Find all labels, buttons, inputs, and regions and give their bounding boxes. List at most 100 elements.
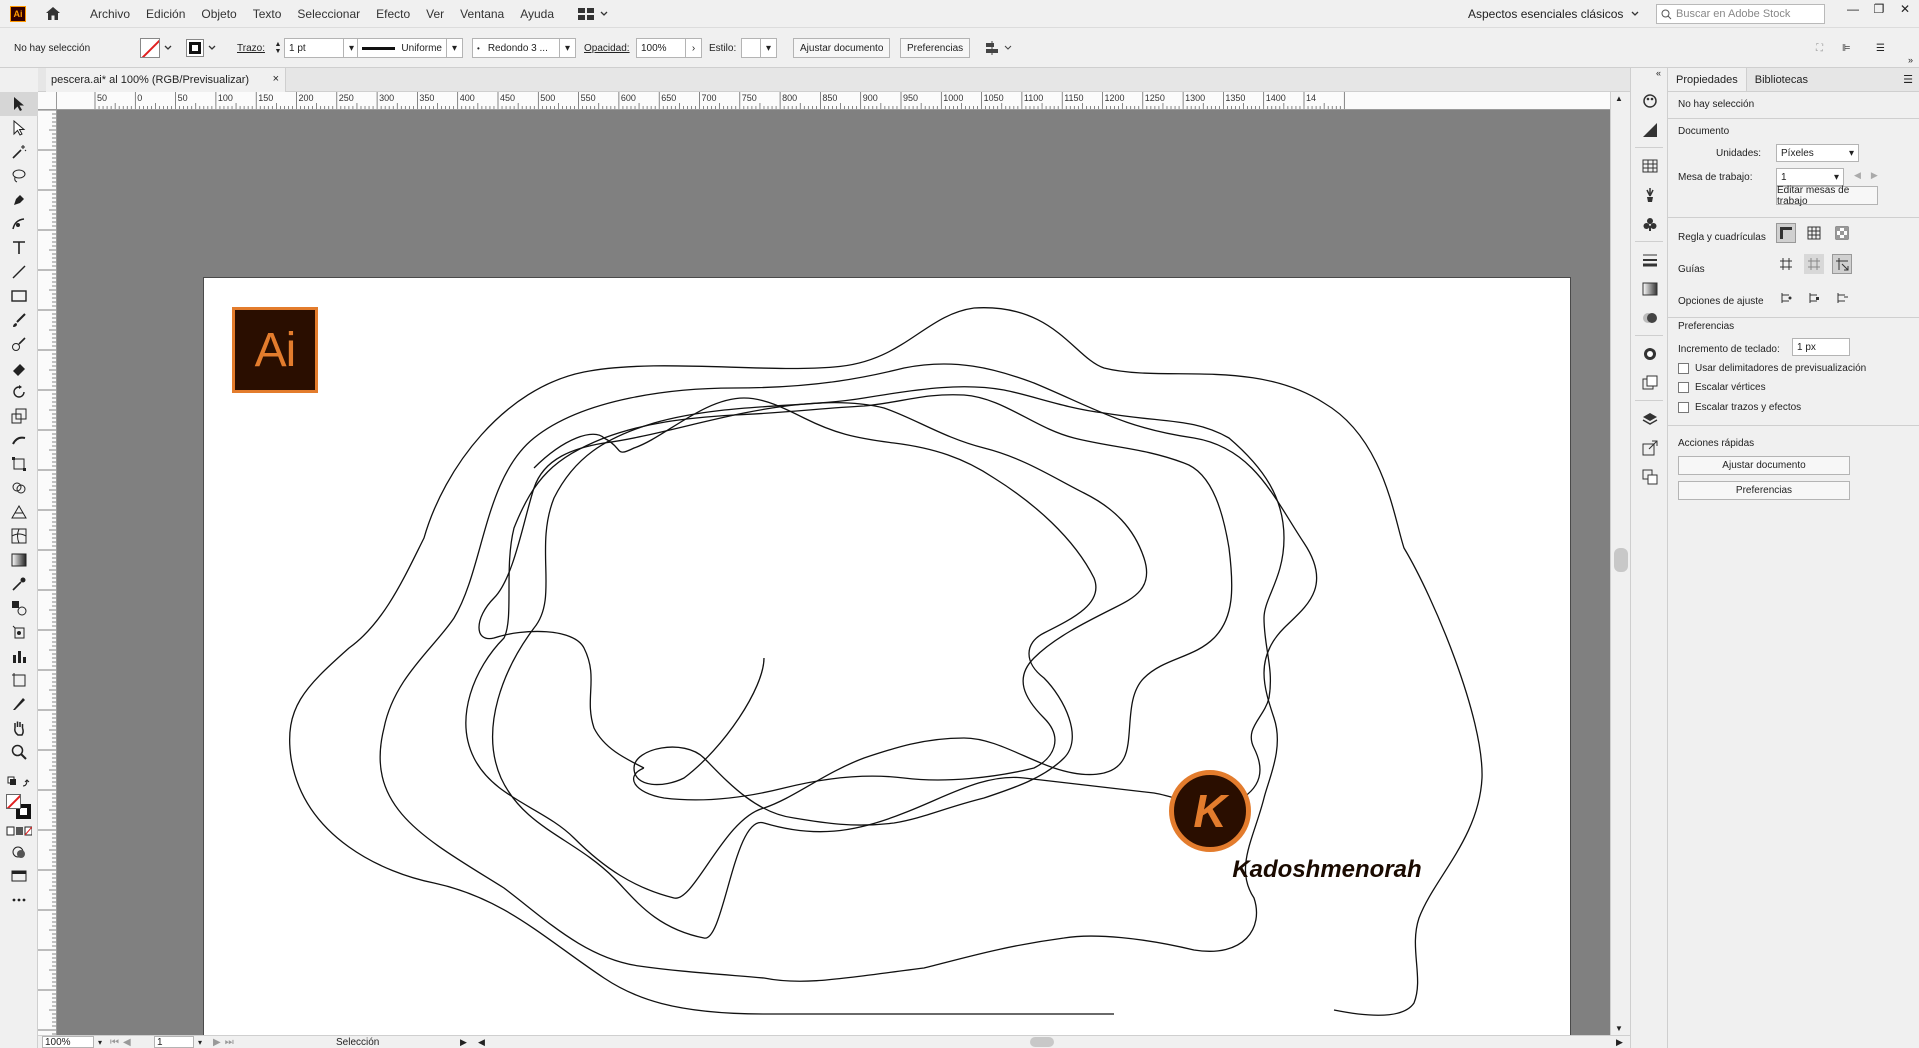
curvature-tool-icon[interactable] [0,212,38,236]
scale-strokes-checkbox[interactable]: Escalar trazos y efectos [1678,402,1801,413]
color-mode-icons[interactable] [0,822,38,840]
stepper-icon[interactable]: ▲ ▼ [272,38,284,58]
first-prev-artboard-icons[interactable]: ⏮◀ [110,1037,135,1048]
horizontal-ruler[interactable]: 50 0 50 100 150 200 250 300 350 400 450 500 550 600 65… [57,92,1610,110]
tab-propiedades[interactable]: Propiedades [1668,68,1747,91]
graphic-styles-icon[interactable] [1631,368,1669,397]
stroke-swatch[interactable] [186,37,216,59]
minimize-icon[interactable]: — [1840,0,1866,20]
menu-efecto[interactable]: Efecto [368,0,418,28]
fill-swatch[interactable] [140,37,172,59]
chevron-down-icon[interactable]: ▾ [761,38,777,58]
workspace-switcher[interactable]: Aspectos esenciales clásicos [1468,0,1639,28]
scroll-right-icon[interactable]: ▶ [1616,1037,1623,1048]
stroke-panel-icon[interactable] [1631,245,1669,274]
shape-builder-tool-icon[interactable] [0,476,38,500]
scroll-up-icon[interactable]: ▲ [1615,94,1623,103]
scrollbar-thumb[interactable] [1614,548,1628,572]
perspective-grid-tool-icon[interactable] [0,500,38,524]
type-tool-icon[interactable] [0,236,38,260]
color-guide-icon[interactable] [1631,115,1669,144]
eraser-tool-icon[interactable] [0,356,38,380]
export-icon[interactable] [1631,433,1669,462]
direct-selection-tool-icon[interactable] [0,116,38,140]
menu-archivo[interactable]: Archivo [82,0,138,28]
document-tab[interactable]: pescera.ai* al 100% (RGB/Previsualizar) … [46,68,286,92]
fit-document-button[interactable]: Ajustar documento [793,37,891,59]
chevron-down-icon[interactable]: ▾ [198,1038,202,1047]
tab-bibliotecas[interactable]: Bibliotecas [1747,68,1816,91]
stock-search-input[interactable]: Buscar en Adobe Stock [1656,4,1825,24]
lasso-tool-icon[interactable] [0,164,38,188]
swap-colors-icon[interactable] [0,774,38,792]
color-panel-icon[interactable] [1631,86,1669,115]
opacity-label[interactable]: Opacidad: [584,37,630,59]
close-icon[interactable]: ✕ [1892,0,1918,20]
pen-tool-icon[interactable] [0,188,38,212]
status-menu-icon[interactable]: ▶ [460,1037,467,1048]
magic-wand-tool-icon[interactable] [0,140,38,164]
draw-mode-icon[interactable] [0,840,38,864]
arrange-documents-button[interactable] [578,7,608,20]
contour-paths[interactable] [204,278,1572,1047]
menu-edicion[interactable]: Edición [138,0,193,28]
lock-guides-icon[interactable] [1804,254,1824,274]
canvas-area[interactable]: Ai K Kadoshmenorah [57,110,1610,1046]
quick-fit-document-button[interactable]: Ajustar documento [1678,456,1850,475]
restore-icon[interactable]: ❐ [1866,0,1892,20]
snap-to-point-icon[interactable] [1776,288,1796,308]
preferences-button[interactable]: Preferencias [900,37,971,59]
menu-icon[interactable]: ☰ [1876,43,1896,54]
chevron-down-icon[interactable]: ▾ [560,38,576,58]
scroll-down-icon[interactable]: ▼ [1615,1024,1623,1033]
zoom-tool-icon[interactable] [0,740,38,764]
snap-to-glyph-icon[interactable] [1832,288,1852,308]
selection-tool-icon[interactable] [0,92,38,116]
artboards-panel-icon[interactable] [1631,462,1669,491]
symbols-icon[interactable] [1631,209,1669,238]
rectangle-tool-icon[interactable] [0,284,38,308]
opacity-field[interactable]: 100% › [636,37,702,59]
snap-to-pixel-icon[interactable] [1804,288,1824,308]
shaper-tool-icon[interactable] [0,332,38,356]
brush-dropdown[interactable]: • Redondo 3 ... ▾ [472,37,576,59]
transparency-icon[interactable] [1631,303,1669,332]
brushes-icon[interactable] [1631,180,1669,209]
home-icon[interactable] [44,5,62,23]
units-dropdown[interactable]: Píxeles ▾ [1776,144,1859,162]
close-tab-icon[interactable]: × [273,73,279,85]
screen-mode-icon[interactable] [0,864,38,888]
appearance-icon[interactable] [1631,339,1669,368]
checkbox[interactable] [1678,402,1689,413]
line-tool-icon[interactable] [0,260,38,284]
horizontal-scrollbar-thumb[interactable] [1030,1037,1054,1047]
artboard-nav-icons[interactable]: ◀ ▶ [1854,170,1878,181]
gradient-tool-icon[interactable] [0,548,38,572]
menu-texto[interactable]: Texto [245,0,290,28]
paintbrush-tool-icon[interactable] [0,308,38,332]
gradient-panel-icon[interactable] [1631,274,1669,303]
eyedropper-tool-icon[interactable] [0,572,38,596]
smart-guides-icon[interactable] [1832,254,1852,274]
fill-stroke-indicator[interactable] [0,792,38,822]
preview-bounds-checkbox[interactable]: Usar delimitadores de previsualización [1678,363,1866,374]
stroke-weight-field[interactable]: ▲ ▼ 1 pt ▾ [272,37,360,59]
slice-tool-icon[interactable] [0,692,38,716]
scroll-left-icon[interactable]: ◀ [478,1037,485,1048]
menu-seleccionar[interactable]: Seleccionar [289,0,368,28]
artboard-dropdown[interactable]: 1 ▾ [1776,168,1844,186]
hand-tool-icon[interactable] [0,716,38,740]
ruler-toggle-icon[interactable] [1776,223,1796,243]
free-transform-tool-icon[interactable] [0,452,38,476]
chevron-right-icon[interactable]: › [686,38,702,58]
artboard-number-field[interactable]: 1 [154,1036,194,1048]
transparency-grid-icon[interactable] [1832,223,1852,243]
menu-objeto[interactable]: Objeto [193,0,244,28]
stroke-weight-value[interactable]: 1 pt [284,38,344,58]
more-tools-icon[interactable] [0,888,38,912]
align-options-icon[interactable] [985,37,1013,59]
chevron-down-icon[interactable]: ▾ [447,38,463,58]
edit-artboards-button[interactable]: Editar mesas de trabajo [1776,185,1878,207]
collapse-panels-icon[interactable]: « [1631,68,1667,86]
transform-icon[interactable]: ⛶ [1816,43,1836,54]
